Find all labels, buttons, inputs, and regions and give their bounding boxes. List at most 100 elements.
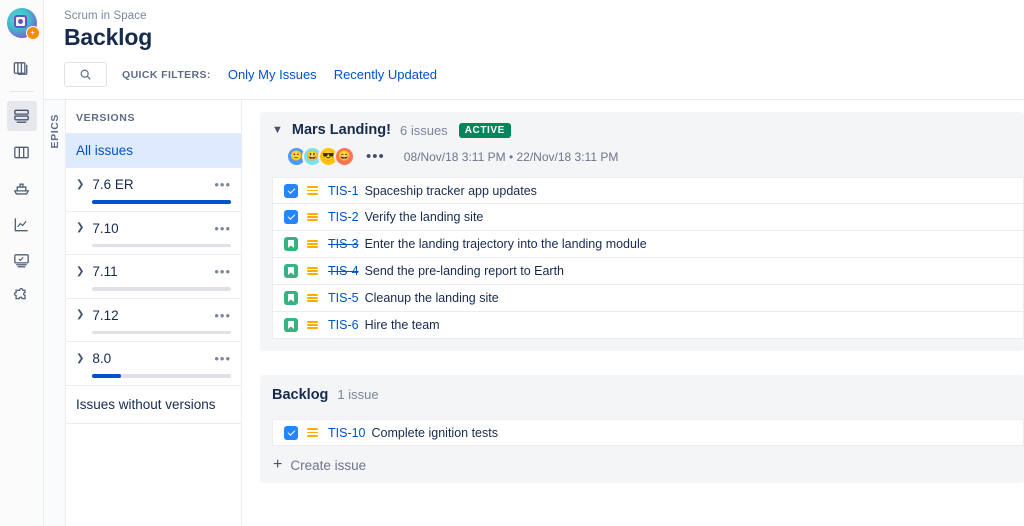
filter-bar: QUICK FILTERS: Only My Issues Recently U… [44, 51, 1024, 99]
issue-summary: Complete ignition tests [371, 425, 498, 440]
versions-list: ❯ 7.6 ER ••• ❯ 7.10 ••• ❯ 7.11 ••• ❯ 7.12 ••• ❯ 8.0 ••… [66, 168, 241, 386]
page-header: Scrum in Space Backlog [44, 0, 1024, 51]
version-row[interactable]: ❯ 7.12 ••• [66, 299, 241, 342]
sprint-dates: 08/Nov/18 3:11 PM • 22/Nov/18 3:11 PM [404, 150, 619, 164]
rail-divider [9, 91, 34, 92]
releases-icon[interactable] [7, 173, 37, 203]
backlog-issue-list: TIS-10 Complete ignition tests [260, 419, 1024, 446]
version-more-menu[interactable]: ••• [214, 222, 231, 235]
main-column: Scrum in Space Backlog QUICK FILTERS: On… [44, 0, 1024, 526]
version-row[interactable]: ❯ 7.11 ••• [66, 255, 241, 299]
version-name: 7.10 [92, 220, 119, 236]
board-icon[interactable] [7, 137, 37, 167]
issue-key[interactable]: TIS-3 [328, 237, 359, 251]
version-row[interactable]: ❯ 7.10 ••• [66, 212, 241, 255]
sprint-status-badge: ACTIVE [458, 122, 511, 138]
content-area: EPICS VERSIONS All issues ❯ 7.6 ER ••• ❯ 7.1… [44, 99, 1024, 526]
addons-icon[interactable] [7, 281, 37, 311]
priority-icon [307, 186, 318, 195]
version-more-menu[interactable]: ••• [214, 178, 231, 191]
quick-filter-only-my-issues[interactable]: Only My Issues [228, 67, 317, 82]
create-issue-label: Create issue [290, 457, 367, 473]
issue-row[interactable]: TIS-10 Complete ignition tests [272, 419, 1024, 446]
global-nav-rail: + [0, 0, 44, 526]
backlog-icon[interactable] [6, 101, 37, 131]
version-progress-bar [92, 374, 231, 378]
issue-key[interactable]: TIS-2 [328, 210, 359, 224]
issue-key[interactable]: TIS-6 [328, 318, 359, 332]
avatar-badge: + [25, 26, 40, 40]
backlog-header: Backlog 1 issue [260, 387, 1024, 403]
version-more-menu[interactable]: ••• [214, 352, 231, 365]
reports-icon[interactable] [7, 209, 37, 239]
rocket-icon [14, 14, 27, 28]
issue-key[interactable]: TIS-10 [328, 426, 366, 440]
boards-icon[interactable] [7, 53, 37, 83]
issue-key[interactable]: TIS-4 [328, 264, 359, 278]
sprint-start-date: 08/Nov/18 3:11 PM [403, 149, 506, 164]
epics-panel-tab[interactable]: EPICS [44, 100, 66, 526]
versions-panel: VERSIONS All issues ❯ 7.6 ER ••• ❯ 7.10 ••• ❯ 7… [66, 100, 242, 526]
priority-icon [307, 428, 318, 437]
version-row[interactable]: ❯ 7.6 ER ••• [66, 168, 241, 212]
sprint-more-menu[interactable]: ••• [366, 149, 385, 164]
backlog-name: Backlog [272, 387, 329, 403]
priority-icon [307, 293, 318, 303]
issue-row[interactable]: TIS-4 Send the pre-landing report to Eart… [272, 258, 1024, 285]
sprint-issue-list: TIS-1 Spaceship tracker app updates TIS-2 V… [260, 177, 1024, 339]
version-expand-chevron-icon[interactable]: ❯ [76, 179, 84, 190]
issue-summary: Send the pre-landing report to Earth [364, 264, 564, 278]
version-expand-chevron-icon[interactable]: ❯ [76, 353, 84, 364]
issue-summary: Enter the landing trajectory into the la… [364, 237, 647, 251]
version-more-menu[interactable]: ••• [214, 309, 231, 322]
issue-type-task-icon [284, 210, 298, 224]
version-expand-chevron-icon[interactable]: ❯ [76, 310, 84, 320]
version-name: 7.11 [92, 264, 118, 279]
sprint-subheader: 🙂 😃 😎 😄 ••• 08/Nov/18 3:11 PM • 22/Nov/18 3… [260, 138, 1024, 167]
versions-all-issues[interactable]: All issues [66, 133, 241, 168]
issue-type-story-icon [284, 318, 298, 332]
issue-row[interactable]: TIS-3 Enter the landing trajectory into t… [272, 231, 1024, 258]
search-icon [80, 69, 91, 80]
issue-row[interactable]: TIS-6 Hire the team [272, 312, 1024, 339]
priority-icon [307, 212, 318, 222]
issue-type-task-icon [284, 183, 298, 198]
version-progress-bar [92, 287, 231, 291]
project-avatar[interactable]: + [6, 8, 40, 40]
search-input[interactable] [64, 62, 107, 87]
breadcrumb[interactable]: Scrum in Space [64, 10, 1024, 22]
version-row[interactable]: ❯ 8.0 ••• [66, 342, 241, 386]
page-title: Backlog [64, 24, 153, 50]
sprint-date-separator: • [508, 149, 514, 164]
versions-heading: VERSIONS [76, 112, 136, 124]
epics-tab-label: EPICS [48, 114, 61, 149]
issues-without-versions[interactable]: Issues without versions [66, 386, 241, 424]
issue-row[interactable]: TIS-1 Spaceship tracker app updates [272, 177, 1024, 204]
issue-row[interactable]: TIS-5 Cleanup the landing site [272, 285, 1024, 312]
sprint-name: Mars Landing! [291, 122, 391, 138]
sprint-section: ▼ Mars Landing! 6 issues ACTIVE 🙂 😃 😎 😄 •••… [260, 112, 1024, 351]
issue-key[interactable]: TIS-5 [328, 291, 359, 305]
plus-icon: + [273, 456, 283, 473]
version-name: 7.12 [92, 307, 119, 323]
sprint-issue-count: 6 issues [399, 122, 448, 138]
version-expand-chevron-icon[interactable]: ❯ [76, 266, 84, 277]
sprint-collapse-chevron-icon[interactable]: ▼ [272, 124, 283, 136]
sprint-header: ▼ Mars Landing! 6 issues ACTIVE [260, 122, 1024, 138]
avatar-4[interactable]: 😄 [334, 146, 355, 167]
version-name: 8.0 [92, 351, 112, 366]
version-expand-chevron-icon[interactable]: ❯ [76, 223, 84, 233]
priority-icon [307, 266, 318, 276]
version-progress-bar [92, 243, 231, 247]
version-more-menu[interactable]: ••• [214, 265, 231, 278]
version-progress-bar [92, 200, 231, 204]
backlog-issue-count: 1 issue [337, 387, 379, 402]
issue-summary: Spaceship tracker app updates [364, 183, 537, 198]
create-issue-button[interactable]: + Create issue [260, 446, 1024, 473]
issue-row[interactable]: TIS-2 Verify the landing site [272, 204, 1024, 231]
issue-key[interactable]: TIS-1 [328, 184, 359, 198]
jira-backlog-app: + Scrum in Space Backlog QUICK FILTERS: … [0, 0, 1024, 526]
pages-icon[interactable] [7, 245, 37, 275]
quick-filter-recently-updated[interactable]: Recently Updated [334, 67, 437, 82]
sprint-end-date: 22/Nov/18 3:11 PM [516, 149, 619, 164]
